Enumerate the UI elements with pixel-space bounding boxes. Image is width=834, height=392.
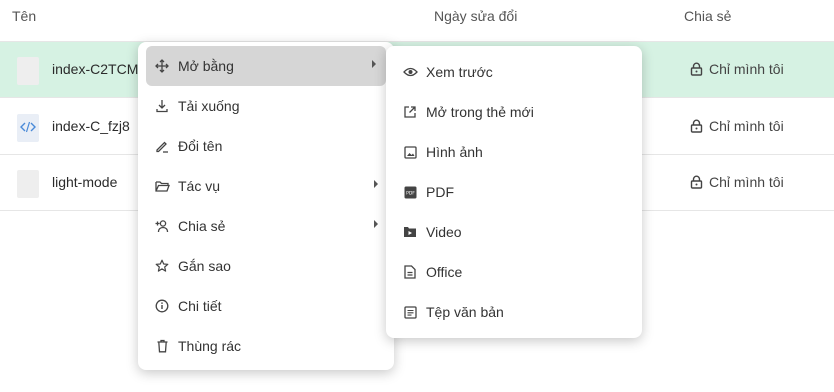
submenu-item-preview[interactable]: Xem trước: [386, 52, 642, 92]
menu-item-details[interactable]: Chi tiết: [138, 286, 394, 326]
lock-icon: [690, 175, 703, 189]
menu-item-label: Thùng rác: [178, 338, 242, 354]
menu-item-download[interactable]: Tải xuống: [138, 86, 394, 126]
trash-icon: [154, 338, 170, 354]
menu-item-label: Gắn sao: [178, 258, 231, 274]
share-label: Chỉ mình tôi: [709, 61, 784, 77]
menu-item-label: Chi tiết: [178, 298, 222, 314]
file-name: index-C2TCM: [52, 61, 139, 77]
eye-icon: [402, 64, 418, 80]
menu-item-label: Mở bằng: [178, 58, 234, 74]
submenu-item-label: PDF: [426, 184, 454, 200]
menu-item-trash[interactable]: Thùng rác: [138, 326, 394, 366]
file-name: index-C_fzj8: [52, 118, 130, 134]
share-status: Chỉ mình tôi: [690, 118, 784, 134]
chevron-right-icon: [372, 60, 376, 68]
submenu-item-label: Office: [426, 264, 463, 280]
chevron-right-icon: [374, 180, 378, 188]
submenu-item-label: Video: [426, 224, 462, 240]
submenu-item-label: Tệp văn bản: [426, 304, 504, 320]
menu-item-share[interactable]: Chia sẻ: [138, 206, 394, 246]
menu-item-star[interactable]: Gắn sao: [138, 246, 394, 286]
share-status: Chỉ mình tôi: [690, 61, 784, 77]
share-status: Chỉ mình tôi: [690, 174, 784, 190]
file-name: light-mode: [52, 174, 118, 190]
column-header-modified[interactable]: Ngày sửa đổi: [434, 8, 517, 24]
column-header-share[interactable]: Chia sẻ: [684, 8, 731, 24]
svg-text:PDF: PDF: [406, 190, 415, 196]
file-icon: [17, 57, 39, 85]
submenu-item-label: Hình ảnh: [426, 144, 483, 160]
menu-item-open-with[interactable]: Mở bằng: [146, 46, 386, 86]
menu-item-label: Chia sẻ: [178, 218, 226, 234]
submenu-item-text-file[interactable]: Tệp văn bản: [386, 292, 642, 332]
file-icon: [17, 170, 39, 198]
file-list-header: Tên Ngày sửa đổi Chia sẻ: [0, 0, 834, 42]
submenu-item-label: Mở trong thẻ mới: [426, 104, 534, 120]
rename-icon: [154, 138, 170, 154]
lock-icon: [690, 62, 703, 76]
star-icon: [154, 258, 170, 274]
submenu-item-pdf[interactable]: PDF PDF: [386, 172, 642, 212]
context-menu: Mở bằng Tải xuống Đổi tên Tác vụ Chia sẻ…: [138, 42, 394, 370]
image-icon: [402, 144, 418, 160]
code-file-icon: [17, 114, 39, 142]
submenu-item-open-new-tab[interactable]: Mở trong thẻ mới: [386, 92, 642, 132]
open-new-tab-icon: [402, 104, 418, 120]
person-add-icon: [154, 218, 170, 234]
share-label: Chỉ mình tôi: [709, 118, 784, 134]
video-icon: [402, 224, 418, 240]
folder-open-icon: [154, 178, 170, 194]
column-header-name[interactable]: Tên: [12, 8, 36, 24]
menu-item-label: Tải xuống: [178, 98, 240, 114]
open-with-submenu: Xem trước Mở trong thẻ mới Hình ảnh PDF …: [386, 46, 642, 338]
document-icon: [402, 264, 418, 280]
chevron-right-icon: [374, 220, 378, 228]
submenu-item-image[interactable]: Hình ảnh: [386, 132, 642, 172]
info-icon: [154, 298, 170, 314]
menu-item-rename[interactable]: Đổi tên: [138, 126, 394, 166]
menu-item-actions[interactable]: Tác vụ: [138, 166, 394, 206]
menu-item-label: Tác vụ: [178, 178, 221, 194]
download-icon: [154, 98, 170, 114]
move-icon: [154, 58, 170, 74]
menu-item-label: Đổi tên: [178, 138, 223, 154]
lock-icon: [690, 119, 703, 133]
submenu-item-office[interactable]: Office: [386, 252, 642, 292]
submenu-item-video[interactable]: Video: [386, 212, 642, 252]
submenu-item-label: Xem trước: [426, 64, 493, 80]
pdf-icon: PDF: [402, 184, 418, 200]
text-file-icon: [402, 304, 418, 320]
share-label: Chỉ mình tôi: [709, 174, 784, 190]
